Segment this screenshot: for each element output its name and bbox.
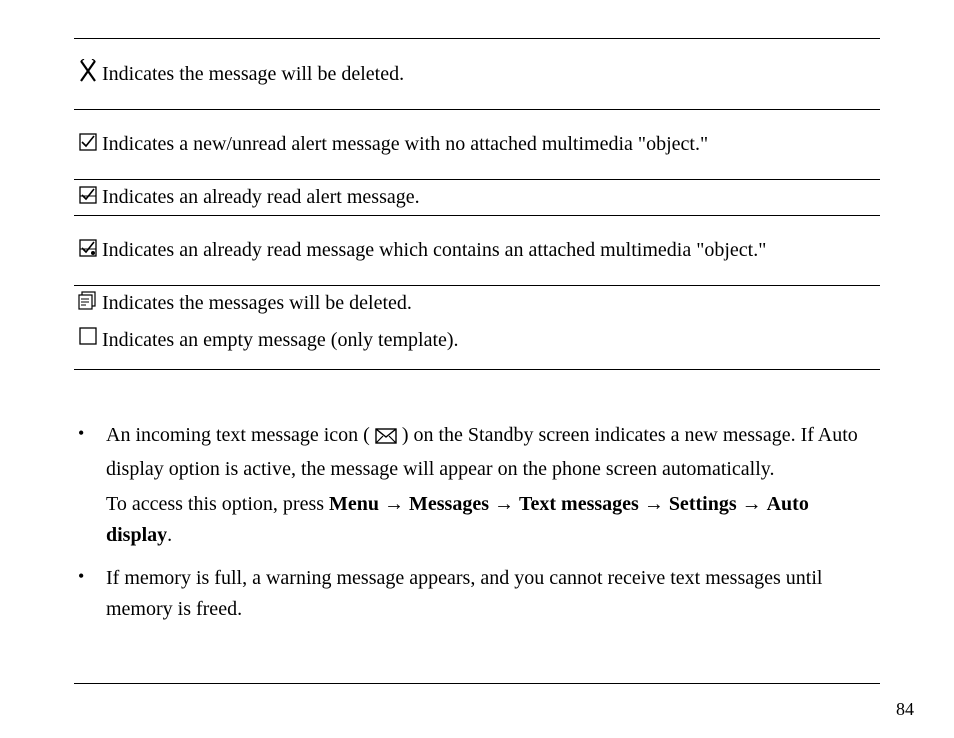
legend-text: Indicates an already read message which …: [102, 215, 880, 285]
path-step: Messages: [409, 493, 489, 515]
note-text: An incoming text message icon ( ) on the…: [106, 420, 876, 485]
legend-row: Indicates an empty message (only templat…: [74, 321, 880, 369]
footer-divider: [74, 683, 880, 684]
page-root: Indicates the message will be deleted. I…: [0, 0, 954, 738]
bullet-icon: •: [78, 420, 106, 446]
cont-suffix: .: [167, 524, 172, 546]
page-number: 84: [896, 699, 914, 720]
arrow-icon: →: [742, 493, 767, 515]
arrow-icon: →: [494, 493, 519, 515]
check-unread-icon: [79, 138, 97, 155]
multi-delete-icon: [78, 298, 98, 315]
legend-text: Indicates a new/unread alert message wit…: [102, 109, 880, 179]
arrow-icon: →: [384, 493, 409, 515]
legend-text: Indicates an empty message (only templat…: [102, 321, 880, 369]
check-read-attach-icon: [79, 244, 97, 261]
envelope-icon: [375, 423, 397, 454]
note-continuation: To access this option, press Menu → Mess…: [106, 489, 876, 551]
legend-row: Indicates the messages will be deleted.: [74, 285, 880, 321]
note-item: • An incoming text message icon ( ) on t…: [78, 420, 876, 485]
note-text-before: An incoming text message icon (: [106, 424, 370, 446]
check-read-icon: [79, 191, 97, 208]
content-area: Indicates the message will be deleted. I…: [74, 38, 880, 635]
arrow-icon: →: [644, 493, 669, 515]
path-step: Text messages: [519, 493, 639, 515]
notes-section: • An incoming text message icon ( ) on t…: [74, 420, 880, 625]
path-step: Settings: [669, 493, 737, 515]
note-text-before: If memory is full, a warning message app…: [106, 567, 822, 620]
legend-text: Indicates the messages will be deleted.: [102, 285, 880, 321]
legend-text: Indicates the message will be deleted.: [102, 39, 880, 109]
delete-x-icon: [78, 70, 98, 87]
path-step: Menu: [329, 493, 379, 515]
icon-legend-table: Indicates the message will be deleted. I…: [74, 39, 880, 370]
legend-row: Indicates a new/unread alert message wit…: [74, 109, 880, 179]
note-text: If memory is full, a warning message app…: [106, 563, 876, 625]
bullet-icon: •: [78, 563, 106, 589]
legend-row: Indicates the message will be deleted.: [74, 39, 880, 109]
legend-row: Indicates an already read alert message.: [74, 179, 880, 215]
note-item: • If memory is full, a warning message a…: [78, 563, 876, 625]
cont-prefix: To access this option, press: [106, 493, 329, 515]
legend-text: Indicates an already read alert message.: [102, 179, 880, 215]
check-empty-icon: [79, 332, 97, 349]
legend-row: Indicates an already read message which …: [74, 215, 880, 285]
